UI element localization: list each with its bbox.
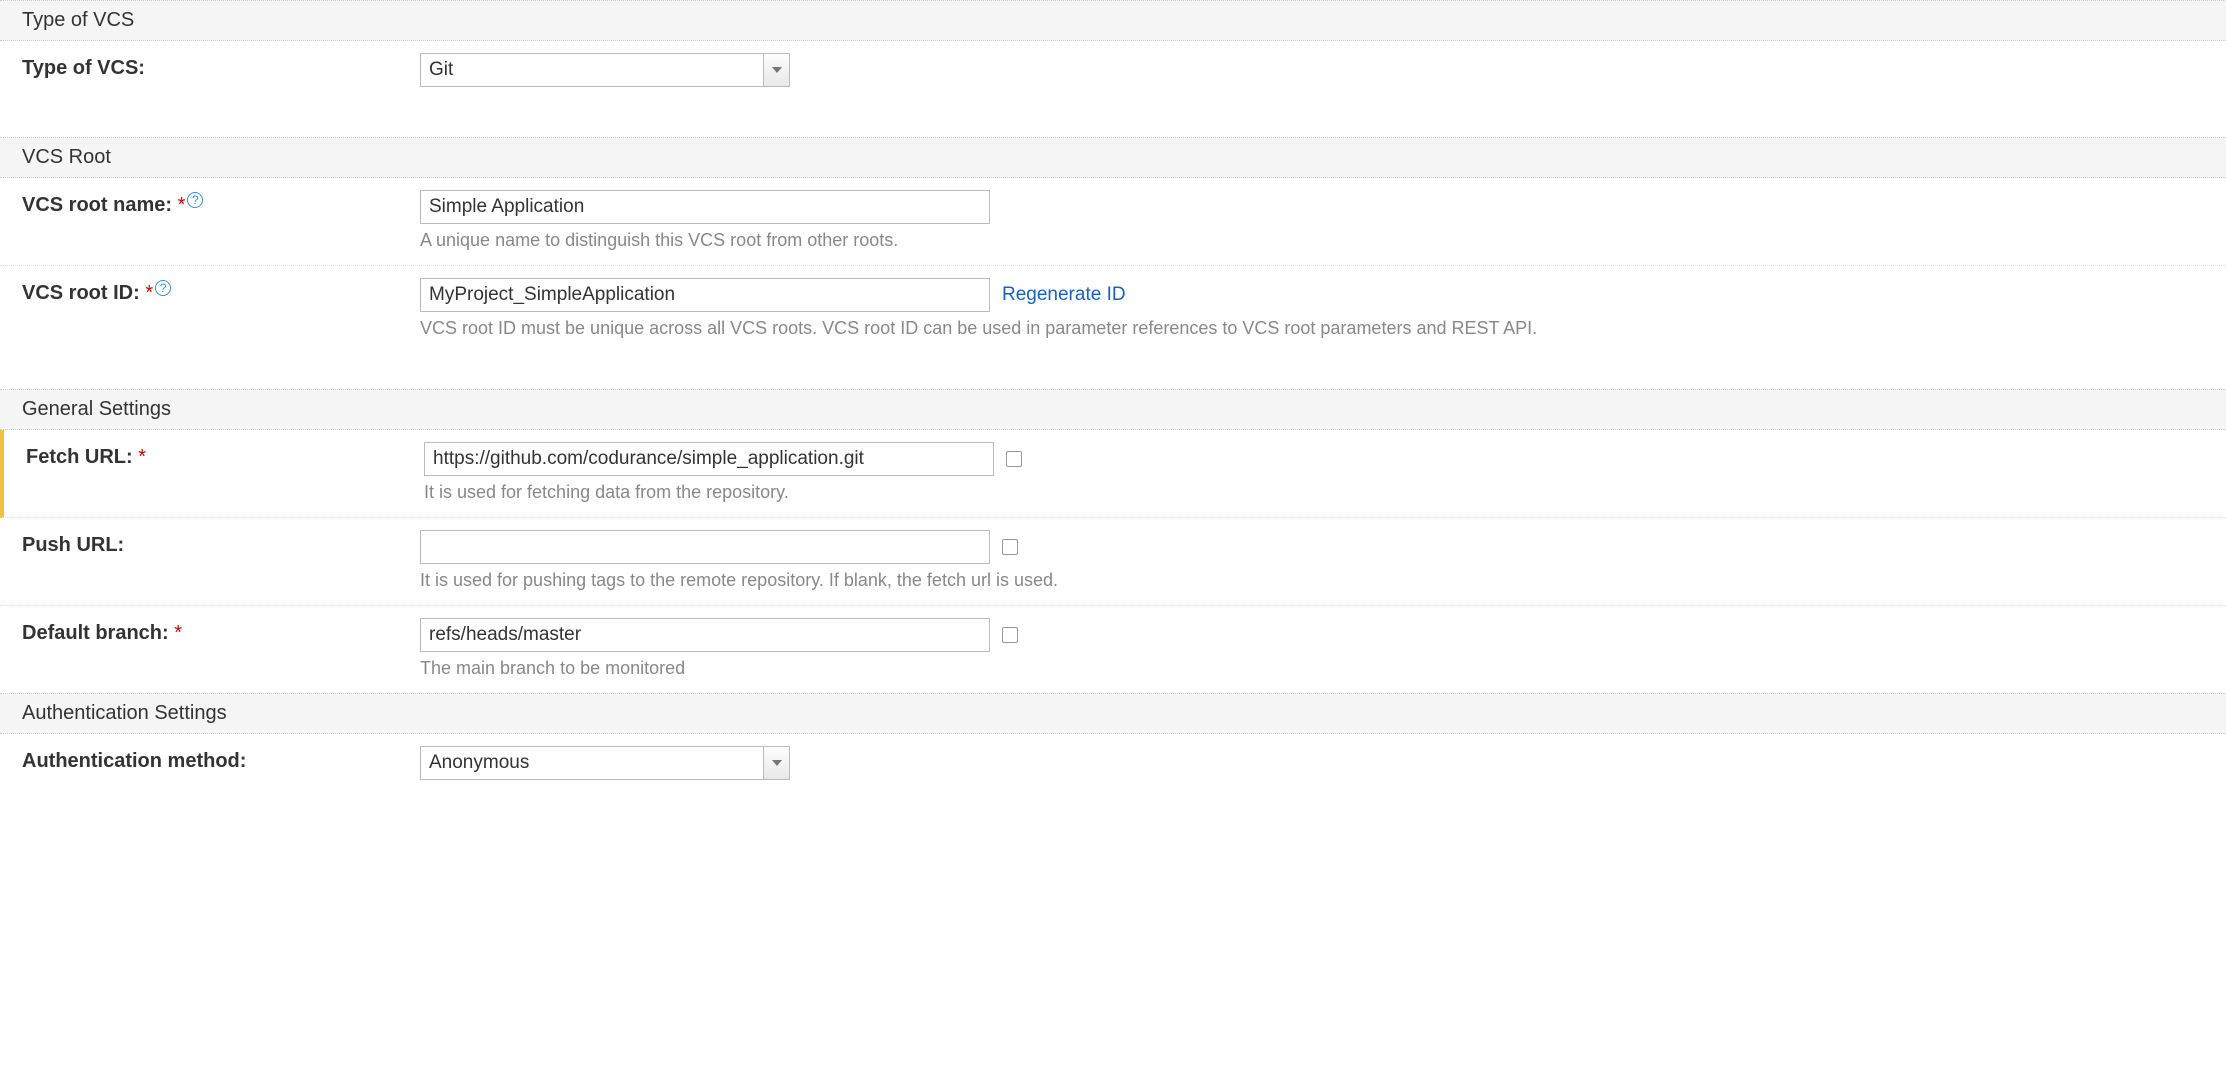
fetch-url-input[interactable] bbox=[424, 442, 994, 476]
row-vcs-root-name: VCS root name: *? A unique name to disti… bbox=[0, 178, 2226, 266]
default-branch-input[interactable] bbox=[420, 618, 990, 652]
required-star: * bbox=[138, 446, 146, 468]
section-title: VCS Root bbox=[22, 146, 111, 168]
section-auth-settings: Authentication Settings bbox=[0, 693, 2226, 734]
row-vcs-root-id: VCS root ID: *? Regenerate ID VCS root I… bbox=[0, 266, 2226, 353]
default-branch-label: Default branch: * bbox=[0, 618, 420, 645]
section-title: Authentication Settings bbox=[22, 702, 227, 724]
fetch-url-checkbox[interactable] bbox=[1006, 451, 1022, 467]
regenerate-id-link[interactable]: Regenerate ID bbox=[1002, 284, 1126, 306]
push-url-label: Push URL: bbox=[0, 530, 420, 557]
section-vcs-root: VCS Root bbox=[0, 137, 2226, 178]
vcs-root-id-input[interactable] bbox=[420, 278, 990, 312]
fetch-url-label: Fetch URL: * bbox=[4, 442, 424, 469]
row-push-url: Push URL: It is used for pushing tags to… bbox=[0, 518, 2226, 606]
vcs-root-name-input[interactable] bbox=[420, 190, 990, 224]
vcs-root-name-label: VCS root name: *? bbox=[0, 190, 420, 217]
type-of-vcs-label: Type of VCS: bbox=[0, 53, 420, 80]
section-title: General Settings bbox=[22, 398, 171, 420]
vcs-root-name-hint: A unique name to distinguish this VCS ro… bbox=[420, 230, 2226, 251]
default-branch-hint: The main branch to be monitored bbox=[420, 658, 2226, 679]
chevron-down-icon bbox=[763, 747, 789, 779]
help-icon[interactable]: ? bbox=[187, 192, 203, 208]
fetch-url-hint: It is used for fetching data from the re… bbox=[424, 482, 2226, 503]
vcs-root-id-label: VCS root ID: *? bbox=[0, 278, 420, 305]
chevron-down-icon bbox=[763, 54, 789, 86]
row-default-branch: Default branch: * The main branch to be … bbox=[0, 606, 2226, 693]
auth-method-value: Anonymous bbox=[421, 752, 763, 774]
auth-method-label: Authentication method: bbox=[0, 746, 420, 773]
required-star: * bbox=[145, 282, 153, 304]
push-url-input[interactable] bbox=[420, 530, 990, 564]
default-branch-checkbox[interactable] bbox=[1002, 627, 1018, 643]
auth-method-select[interactable]: Anonymous bbox=[420, 746, 790, 780]
required-star: * bbox=[174, 622, 182, 644]
section-type-of-vcs: Type of VCS bbox=[0, 0, 2226, 41]
section-general-settings: General Settings bbox=[0, 389, 2226, 430]
vcs-root-id-hint: VCS root ID must be unique across all VC… bbox=[420, 318, 2226, 339]
help-icon[interactable]: ? bbox=[155, 280, 171, 296]
section-title: Type of VCS bbox=[22, 9, 134, 31]
push-url-checkbox[interactable] bbox=[1002, 539, 1018, 555]
row-fetch-url: Fetch URL: * It is used for fetching dat… bbox=[0, 430, 2226, 518]
row-auth-method: Authentication method: Anonymous bbox=[0, 734, 2226, 794]
required-star: * bbox=[178, 194, 186, 216]
type-of-vcs-value: Git bbox=[421, 59, 763, 81]
type-of-vcs-select[interactable]: Git bbox=[420, 53, 790, 87]
push-url-hint: It is used for pushing tags to the remot… bbox=[420, 570, 2226, 591]
row-type-of-vcs: Type of VCS: Git bbox=[0, 41, 2226, 101]
